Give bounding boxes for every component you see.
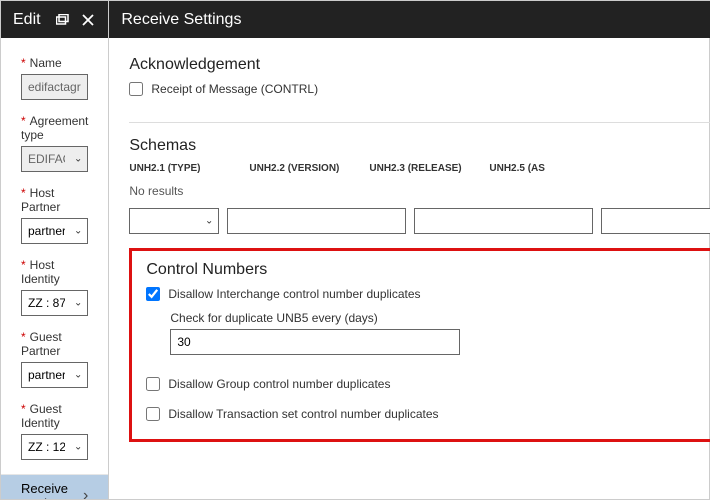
disallow-group-label: Disallow Group control number duplicates (168, 377, 390, 391)
receive-settings-panel: Receive Settings Acknowledgement Receipt… (109, 1, 710, 499)
edit-panel-header: Edit (1, 1, 108, 38)
schema-type-select[interactable] (129, 208, 219, 234)
disallow-interchange-label: Disallow Interchange control number dupl… (168, 287, 420, 301)
disallow-interchange-checkbox[interactable] (146, 287, 160, 301)
disallow-group-checkbox[interactable] (146, 377, 160, 391)
edit-panel-title: Edit (13, 11, 44, 29)
close-icon[interactable] (80, 12, 96, 28)
edit-panel: Edit *Name *Agreement type ⌄ *Host Partn… (1, 1, 109, 499)
receipt-of-message-row[interactable]: Receipt of Message (CONTRL) (129, 82, 710, 96)
control-numbers-section: Control Numbers Disallow Interchange con… (129, 248, 710, 442)
field-agreement-type: *Agreement type ⌄ (21, 114, 88, 172)
name-label: Name (30, 56, 62, 70)
check-days-block: Check for duplicate UNB5 every (days) (170, 311, 710, 355)
guest-partner-label: Guest Partner (21, 330, 62, 358)
restore-icon[interactable] (54, 12, 70, 28)
schema-as-input[interactable] (601, 208, 710, 234)
disallow-group-row[interactable]: Disallow Group control number duplicates (146, 377, 710, 391)
schemas-input-row: ⌄ (129, 208, 710, 234)
acknowledgement-heading: Acknowledgement (129, 56, 710, 74)
guest-identity-select[interactable] (21, 434, 88, 460)
schemas-heading: Schemas (129, 137, 710, 155)
control-numbers-heading: Control Numbers (146, 261, 710, 279)
receive-settings-title: Receive Settings (121, 11, 710, 29)
settings-nav: Receive Settings › Send Settings › (1, 474, 108, 499)
field-guest-identity: *Guest Identity ⌄ (21, 402, 88, 460)
disallow-interchange-row[interactable]: Disallow Interchange control number dupl… (146, 287, 710, 301)
disallow-transaction-row[interactable]: Disallow Transaction set control number … (146, 407, 710, 421)
agreement-type-label: Agreement type (21, 114, 88, 142)
host-identity-label: Host Identity (21, 258, 60, 286)
schemas-no-results: No results (129, 184, 710, 198)
host-identity-select[interactable] (21, 290, 88, 316)
receive-settings-body: Acknowledgement Receipt of Message (CONT… (109, 38, 710, 499)
edit-panel-body: *Name *Agreement type ⌄ *Host Partner ⌄ … (1, 38, 108, 499)
check-days-label: Check for duplicate UNB5 every (days) (170, 311, 710, 325)
acknowledgement-section: Acknowledgement Receipt of Message (CONT… (129, 56, 710, 114)
nav-receive-label: Receive Settings (21, 481, 83, 499)
col-unh23: UNH2.3 (RELEASE) (369, 163, 469, 174)
agreement-type-select (21, 146, 88, 172)
col-unh22: UNH2.2 (VERSION) (249, 163, 349, 174)
chevron-right-icon: › (83, 487, 88, 499)
receive-settings-header: Receive Settings (109, 1, 710, 38)
col-unh25: UNH2.5 (AS (489, 163, 545, 174)
nav-receive-settings[interactable]: Receive Settings › (1, 474, 108, 499)
field-host-identity: *Host Identity ⌄ (21, 258, 88, 316)
disallow-transaction-label: Disallow Transaction set control number … (168, 407, 438, 421)
receipt-of-message-label: Receipt of Message (CONTRL) (151, 82, 318, 96)
disallow-transaction-checkbox[interactable] (146, 407, 160, 421)
receipt-of-message-checkbox[interactable] (129, 82, 143, 96)
col-unh21: UNH2.1 (TYPE) (129, 163, 229, 174)
field-name: *Name (21, 56, 88, 100)
schema-version-input[interactable] (227, 208, 406, 234)
guest-identity-label: Guest Identity (21, 402, 62, 430)
divider (129, 122, 710, 123)
host-partner-select[interactable] (21, 218, 88, 244)
check-days-input[interactable] (170, 329, 460, 355)
guest-partner-select[interactable] (21, 362, 88, 388)
schema-release-input[interactable] (414, 208, 593, 234)
schemas-section: Schemas UNH2.1 (TYPE) UNH2.2 (VERSION) U… (129, 137, 710, 248)
schemas-columns: UNH2.1 (TYPE) UNH2.2 (VERSION) UNH2.3 (R… (129, 163, 710, 174)
field-host-partner: *Host Partner ⌄ (21, 186, 88, 244)
field-guest-partner: *Guest Partner ⌄ (21, 330, 88, 388)
host-partner-label: Host Partner (21, 186, 60, 214)
name-input (21, 74, 88, 100)
